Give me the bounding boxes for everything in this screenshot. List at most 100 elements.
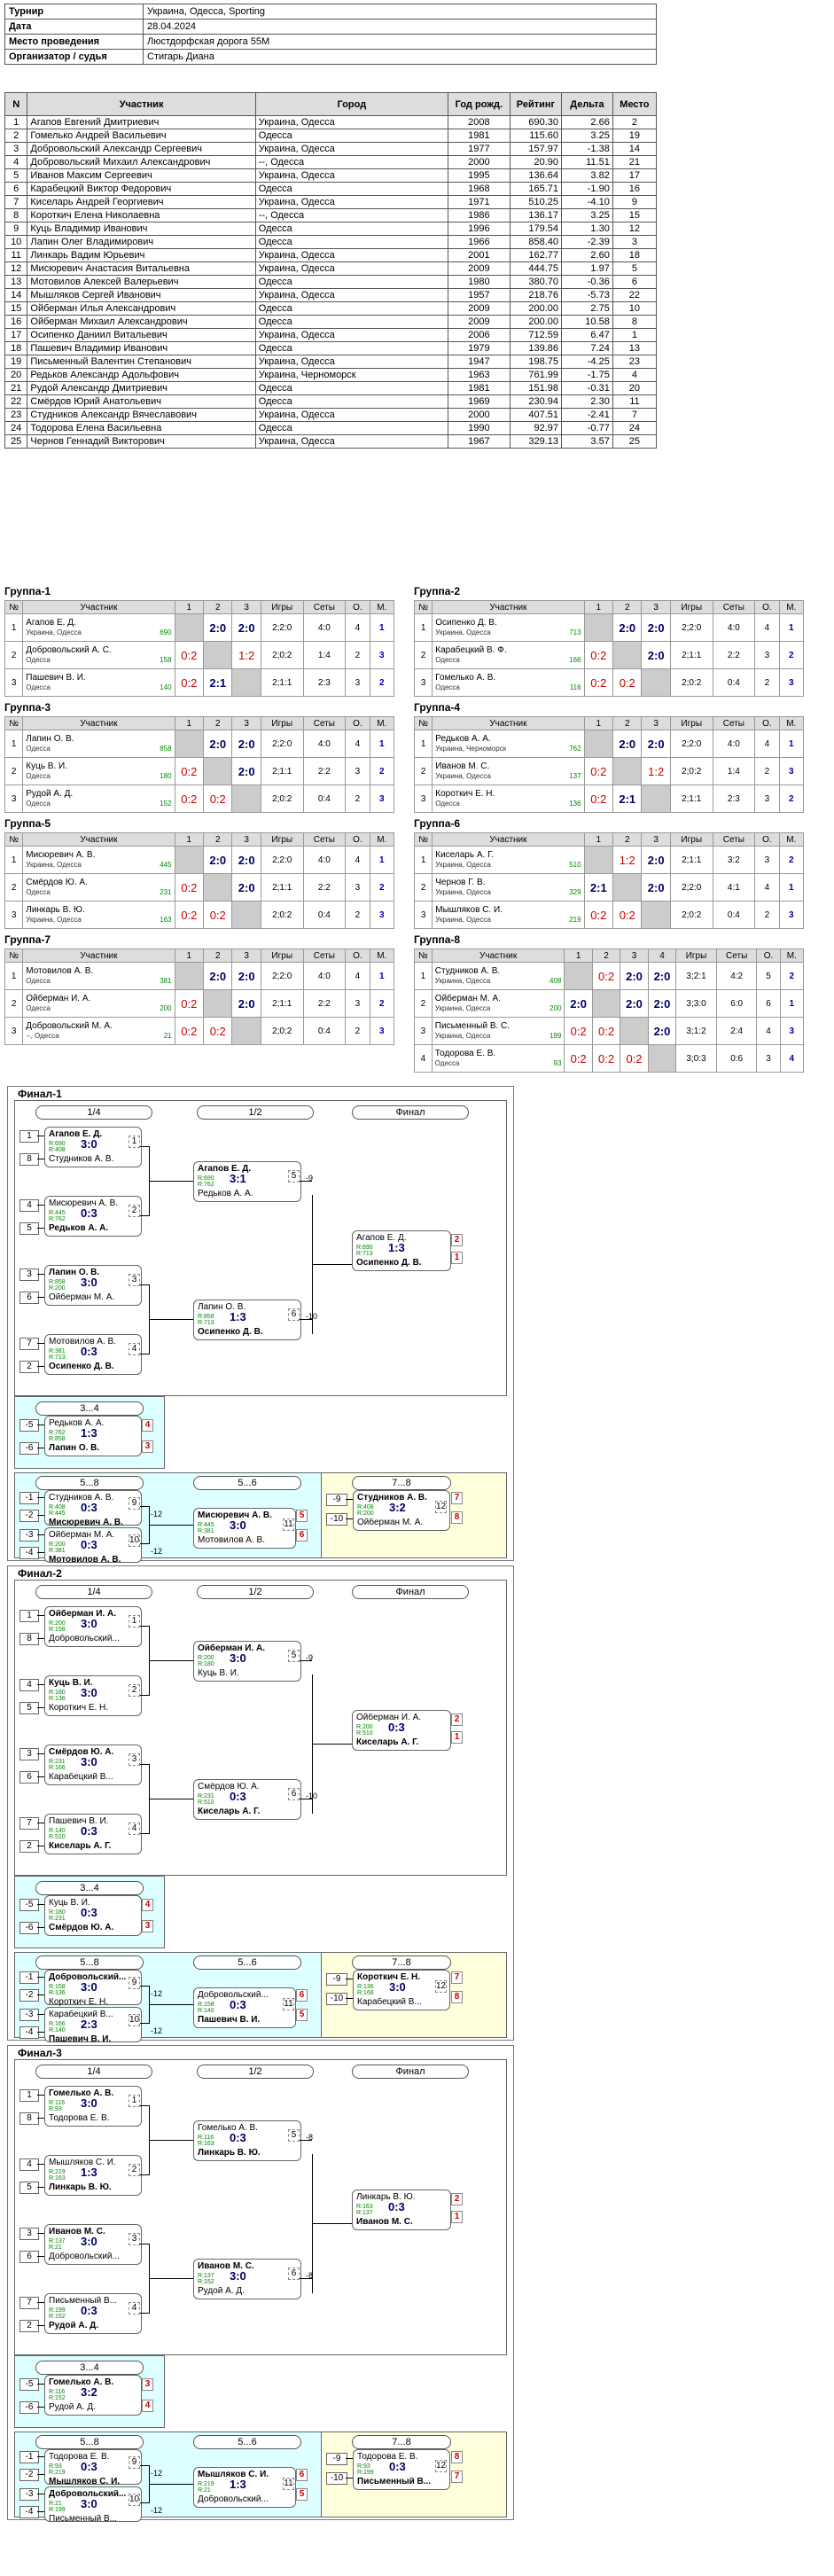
rating-meta: R:158 [49, 1984, 66, 1990]
group-header-cell: 1 [583, 832, 614, 847]
match-score: 3:0 [81, 1980, 97, 1994]
group-title: Группа-7 [4, 933, 51, 946]
seed-number: 5 [19, 1222, 39, 1235]
group-self-cell [591, 989, 621, 1018]
participant-cell: Смёрдов Юрий Анатольевич [27, 394, 256, 409]
group-header-cell: Игры [675, 948, 717, 963]
player-city: --, Одесса [26, 1032, 59, 1040]
place-badge: 4 [142, 1419, 153, 1432]
group-self-cell [203, 989, 233, 1018]
player-rating: 762 [569, 745, 581, 753]
final-place: 1 [451, 1731, 463, 1744]
group-place: 2 [369, 757, 395, 785]
participant-row: 8 Короткич Елена Николаевна --, Одесса 1986… [4, 208, 658, 222]
group-place: 1 [369, 730, 395, 758]
group-score: 2:0 [231, 613, 261, 642]
player-name: Киселарь А. Г. [435, 850, 495, 860]
group-score: 0:2 [583, 757, 614, 785]
group-row-number: 1 [413, 730, 433, 758]
player-city: Одесса [434, 1059, 460, 1067]
group-points: 3 [756, 1044, 781, 1073]
rating-meta: R:231 [49, 1759, 66, 1765]
group-header-cell: 2 [612, 600, 643, 614]
parts-header-cell: Рейтинг [509, 92, 563, 116]
participant-cell: -0.36 [561, 275, 613, 289]
bracket-line [37, 1343, 44, 1344]
group-header-cell: М. [369, 716, 395, 730]
group-header-cell: О. [345, 948, 370, 963]
final-place: 2 [451, 1234, 463, 1246]
group-score: 2:0 [620, 989, 649, 1018]
group-score: 2:0 [231, 730, 261, 758]
group-header-cell: Сеты [712, 600, 756, 614]
player-bottom: Осипенко Д. В. [198, 1328, 263, 1337]
match-box: Агапов Е. Д. R:690 R:762 3:1 Редьков А. А. [193, 1161, 301, 1202]
rating-meta: R:219 [49, 2470, 66, 2476]
group-player: Куць В. И. Одесса 180 [22, 757, 175, 785]
participant-cell: 1 [4, 115, 28, 129]
participant-cell: 6 [4, 182, 28, 196]
participant-cell: 2.75 [561, 301, 613, 316]
place-badge: 7 [451, 2471, 463, 2483]
participant-cell: 510.25 [509, 195, 563, 209]
group-header-cell: 2 [203, 832, 233, 847]
match-number: 3 [129, 1753, 140, 1766]
player-rating: 231 [160, 888, 172, 896]
participant-cell: 20 [4, 368, 28, 382]
participant-row: 7 Киселарь Андрей Георгиевич Украина, Одес… [4, 195, 658, 209]
seed-number: -1 [19, 2451, 39, 2463]
group-row-number: 2 [4, 873, 24, 902]
group-header-cell: 2 [612, 832, 643, 847]
bracket-line [37, 1615, 44, 1616]
participant-cell: Киселарь Андрей Георгиевич [27, 195, 256, 209]
parts-header-cell: Город [254, 92, 448, 116]
player-rating: 136 [569, 800, 581, 808]
group-player: Письменный В. С. Украина, Одесса 199 [431, 1017, 565, 1045]
player-bottom: Тодорова Е. В. [49, 2114, 110, 2123]
bracket-line [37, 2032, 44, 2033]
participant-cell: 19 [612, 129, 658, 143]
participant-cell: Чернов Геннадий Викторович [27, 434, 256, 449]
seed-number: -10 [326, 1993, 347, 2005]
rating-meta: R:180 [49, 1909, 66, 1916]
info-row: Турнир Украина, Одесса, Sporting [4, 4, 657, 20]
match-score: 3:0 [230, 2269, 246, 2283]
participant-row: 14 Мышляков Сергей Иванович Украина, Одесс… [4, 288, 658, 302]
group-title: Группа-3 [4, 701, 51, 714]
group-score: 0:2 [612, 668, 643, 697]
group-score: 2:0 [231, 962, 261, 990]
match-number: 6 [288, 1308, 300, 1321]
info-value: 28.04.2024 [143, 19, 657, 35]
loser-drop: -12 [151, 1547, 163, 1556]
round-header: 1/4 [35, 2065, 152, 2079]
group-table: № Участник 1 2 3 Игры Сеты О. М. 1 Лапин О. В. Одес… [4, 716, 395, 813]
rating-meta: R:445 [198, 1522, 214, 1528]
group-header-cell: 3 [641, 832, 671, 847]
group-place: 3 [778, 668, 805, 697]
match-box: Редьков А. А. R:762 R:858 1:3 Лапин О. В. [44, 1416, 142, 1456]
seed-number: -5 [19, 1899, 39, 1911]
seed-number: -6 [19, 1442, 39, 1455]
group-score: 2:1 [612, 785, 643, 813]
participant-cell: 3.25 [561, 129, 613, 143]
group-score: 1:2 [612, 846, 643, 874]
player-rating: 381 [160, 977, 172, 985]
group-title: Группа-8 [414, 933, 461, 946]
rating-meta: R:762 [49, 1216, 66, 1222]
participant-cell: 4 [612, 368, 658, 382]
player-rating: 21 [163, 1032, 172, 1040]
group-self-cell [641, 901, 671, 929]
match-number: 10 [129, 2494, 140, 2506]
participant-cell: 23 [612, 355, 658, 369]
group-header-cell: № [4, 832, 24, 847]
participant-cell: 1986 [447, 208, 511, 222]
participant-cell: 1947 [447, 355, 511, 369]
participant-cell: 2009 [447, 315, 511, 329]
group-header-cell: 4 [647, 948, 677, 963]
participant-cell: 690.30 [509, 115, 563, 129]
group-header-cell: О. [754, 716, 780, 730]
group-score: 2:0 [612, 613, 643, 642]
match-number: 5 [288, 1650, 300, 1662]
place-badge: 5 [296, 2009, 308, 2021]
group-row-number: 3 [413, 785, 433, 813]
